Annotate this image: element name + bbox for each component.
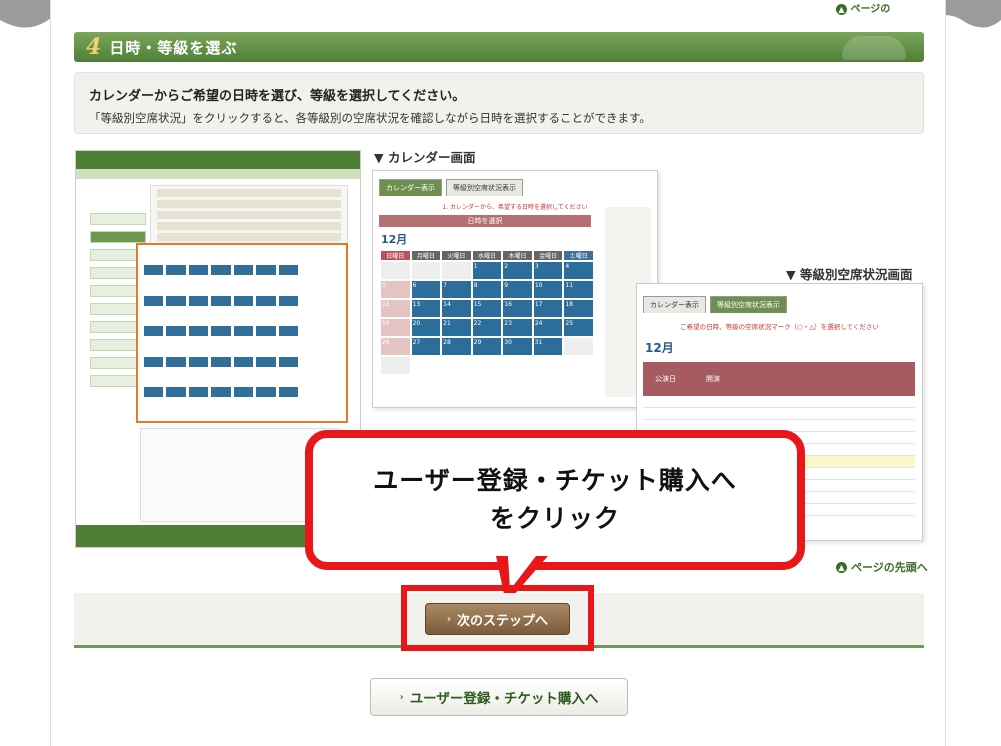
chevron-right-icon: › bbox=[446, 613, 452, 625]
thumb-header bbox=[76, 151, 360, 169]
thumb-tab-availability: 等級別空席状況表示 bbox=[446, 179, 523, 196]
thumb-col-time: 開演 bbox=[706, 375, 720, 383]
thumb-calendar-day bbox=[381, 262, 410, 279]
thumb-tab-calendar-2: カレンダー表示 bbox=[643, 296, 706, 313]
thumb-calendar-day: 8 bbox=[472, 281, 502, 298]
instruction-heading: カレンダーからご希望の日時を選び、等級を選択してください。 bbox=[89, 89, 466, 104]
thumb-calendar-days: 日曜日 月曜日 火曜日 水曜日 木曜日 金曜日 土曜日 1 2 3 4 5 6 7 8 9 10 11 12 13 14… bbox=[381, 251, 593, 374]
thumb-calendar-day: 9 bbox=[503, 281, 532, 298]
calendar-screen-label: ▼ カレンダー画面 bbox=[374, 150, 476, 165]
thumb-weekday: 月曜日 bbox=[411, 251, 441, 260]
thumb-tab-availability-2: 等級別空席状況表示 bbox=[710, 296, 787, 313]
thumb-calendar-day: 10 bbox=[533, 281, 563, 298]
thumb-weekday: 土曜日 bbox=[564, 251, 593, 260]
thumb-calendar-day: 21 bbox=[442, 319, 471, 336]
chevron-right-icon: › bbox=[399, 691, 404, 703]
thumb-calendar-day: 5 bbox=[381, 281, 410, 298]
thumb-calendar-day: 23 bbox=[503, 319, 532, 336]
thumb-calendar-day bbox=[381, 357, 410, 374]
section-header: 4 日時・等級を選ぶ bbox=[74, 32, 924, 62]
up-arrow-icon: ▲ bbox=[836, 4, 847, 15]
thumb-calendar-day: 14 bbox=[442, 300, 471, 317]
thumb-calendar-day bbox=[442, 262, 471, 279]
thumb-calendar-day bbox=[564, 338, 593, 355]
thumb-calendar-day: 2 bbox=[503, 262, 532, 279]
thumb-calendar-day: 20 bbox=[411, 319, 441, 336]
thumb-calendar-highlight bbox=[136, 243, 348, 423]
callout-line-1: ユーザー登録・チケット購入へ bbox=[373, 466, 737, 495]
calendar-screen-screenshot: カレンダー表示 等級別空席状況表示 1. カレンダーから、希望する日時を選択して… bbox=[372, 170, 658, 408]
callout-line-2: をクリック bbox=[489, 504, 620, 533]
thumb-subheader bbox=[76, 169, 360, 179]
instruction-box: カレンダーからご希望の日時を選び、等級を選択してください。 「等級別空席状況」を… bbox=[74, 72, 924, 134]
thumb-calendar-day: 26 bbox=[381, 338, 410, 355]
thumb-calendar-day: 3 bbox=[533, 262, 563, 279]
thumb-calendar-day: 29 bbox=[472, 338, 502, 355]
step-number: 4 bbox=[86, 34, 102, 60]
thumb-calendar-day: 11 bbox=[564, 281, 593, 298]
pine-emblem-icon bbox=[842, 36, 906, 60]
next-step-button[interactable]: › 次のステップへ bbox=[425, 603, 570, 635]
thumb-availability-note: ご希望の日時、等級の空席状況マーク（○・△）を選択してください bbox=[680, 323, 879, 331]
thumb-calendar-day: 27 bbox=[411, 338, 441, 355]
thumb-calendar-day bbox=[411, 262, 441, 279]
thumb-calendar-day: 1 bbox=[472, 262, 502, 279]
thumb-tab-calendar: カレンダー表示 bbox=[379, 179, 442, 196]
thumb-calendar-day: 19 bbox=[381, 319, 410, 336]
thumb-calendar-day: 15 bbox=[472, 300, 502, 317]
callout-bubble: ユーザー登録・チケット購入へ をクリック bbox=[305, 430, 805, 570]
page-top-link[interactable]: ▲ ページの先頭へ bbox=[836, 559, 928, 575]
thumb-calendar-day: 6 bbox=[411, 281, 441, 298]
section-title: 日時・等級を選ぶ bbox=[109, 38, 238, 57]
thumb-calendar-day: 24 bbox=[533, 319, 563, 336]
thumb-calendar-day: 13 bbox=[411, 300, 441, 317]
thumb-calendar-day: 17 bbox=[533, 300, 563, 317]
thumb-calendar-day: 28 bbox=[442, 338, 471, 355]
thumb-weekday: 水曜日 bbox=[472, 251, 502, 260]
thumb-calendar-day: 22 bbox=[472, 319, 502, 336]
thumb-weekday: 火曜日 bbox=[442, 251, 471, 260]
availability-screen-label: ▼ 等級別空席状況画面 bbox=[786, 267, 913, 282]
page-top-link-top[interactable]: ▲ ページの bbox=[836, 0, 890, 15]
thumb-calendar-day: 12 bbox=[381, 300, 410, 317]
thumb-calendar-grid bbox=[144, 265, 298, 415]
thumb-calendar-day: 4 bbox=[564, 262, 593, 279]
thumb-col-date: 公演日 bbox=[655, 375, 676, 383]
thumb-calendar-day: 7 bbox=[442, 281, 471, 298]
thumb-calendar-day: 31 bbox=[533, 338, 563, 355]
register-purchase-button[interactable]: › ユーザー登録・チケット購入へ bbox=[370, 678, 628, 716]
thumb-calendar-day: 25 bbox=[564, 319, 593, 336]
thumb-calendar-day: 30 bbox=[503, 338, 532, 355]
thumb-month-2: 12月 bbox=[645, 341, 674, 355]
thumb-calendar-day: 18 bbox=[564, 300, 593, 317]
thumb-calendar-day: 16 bbox=[503, 300, 532, 317]
thumb-weekday: 日曜日 bbox=[381, 251, 410, 260]
thumb-select-date-bar: 日時を選択 bbox=[379, 215, 591, 227]
up-arrow-icon: ▲ bbox=[836, 561, 847, 573]
instruction-body: 「等級別空席状況」をクリックすると、各等級別の空席状況を確認しながら日時を選択す… bbox=[89, 111, 651, 125]
thumb-weekday: 金曜日 bbox=[533, 251, 563, 260]
thumb-weekday: 木曜日 bbox=[503, 251, 532, 260]
